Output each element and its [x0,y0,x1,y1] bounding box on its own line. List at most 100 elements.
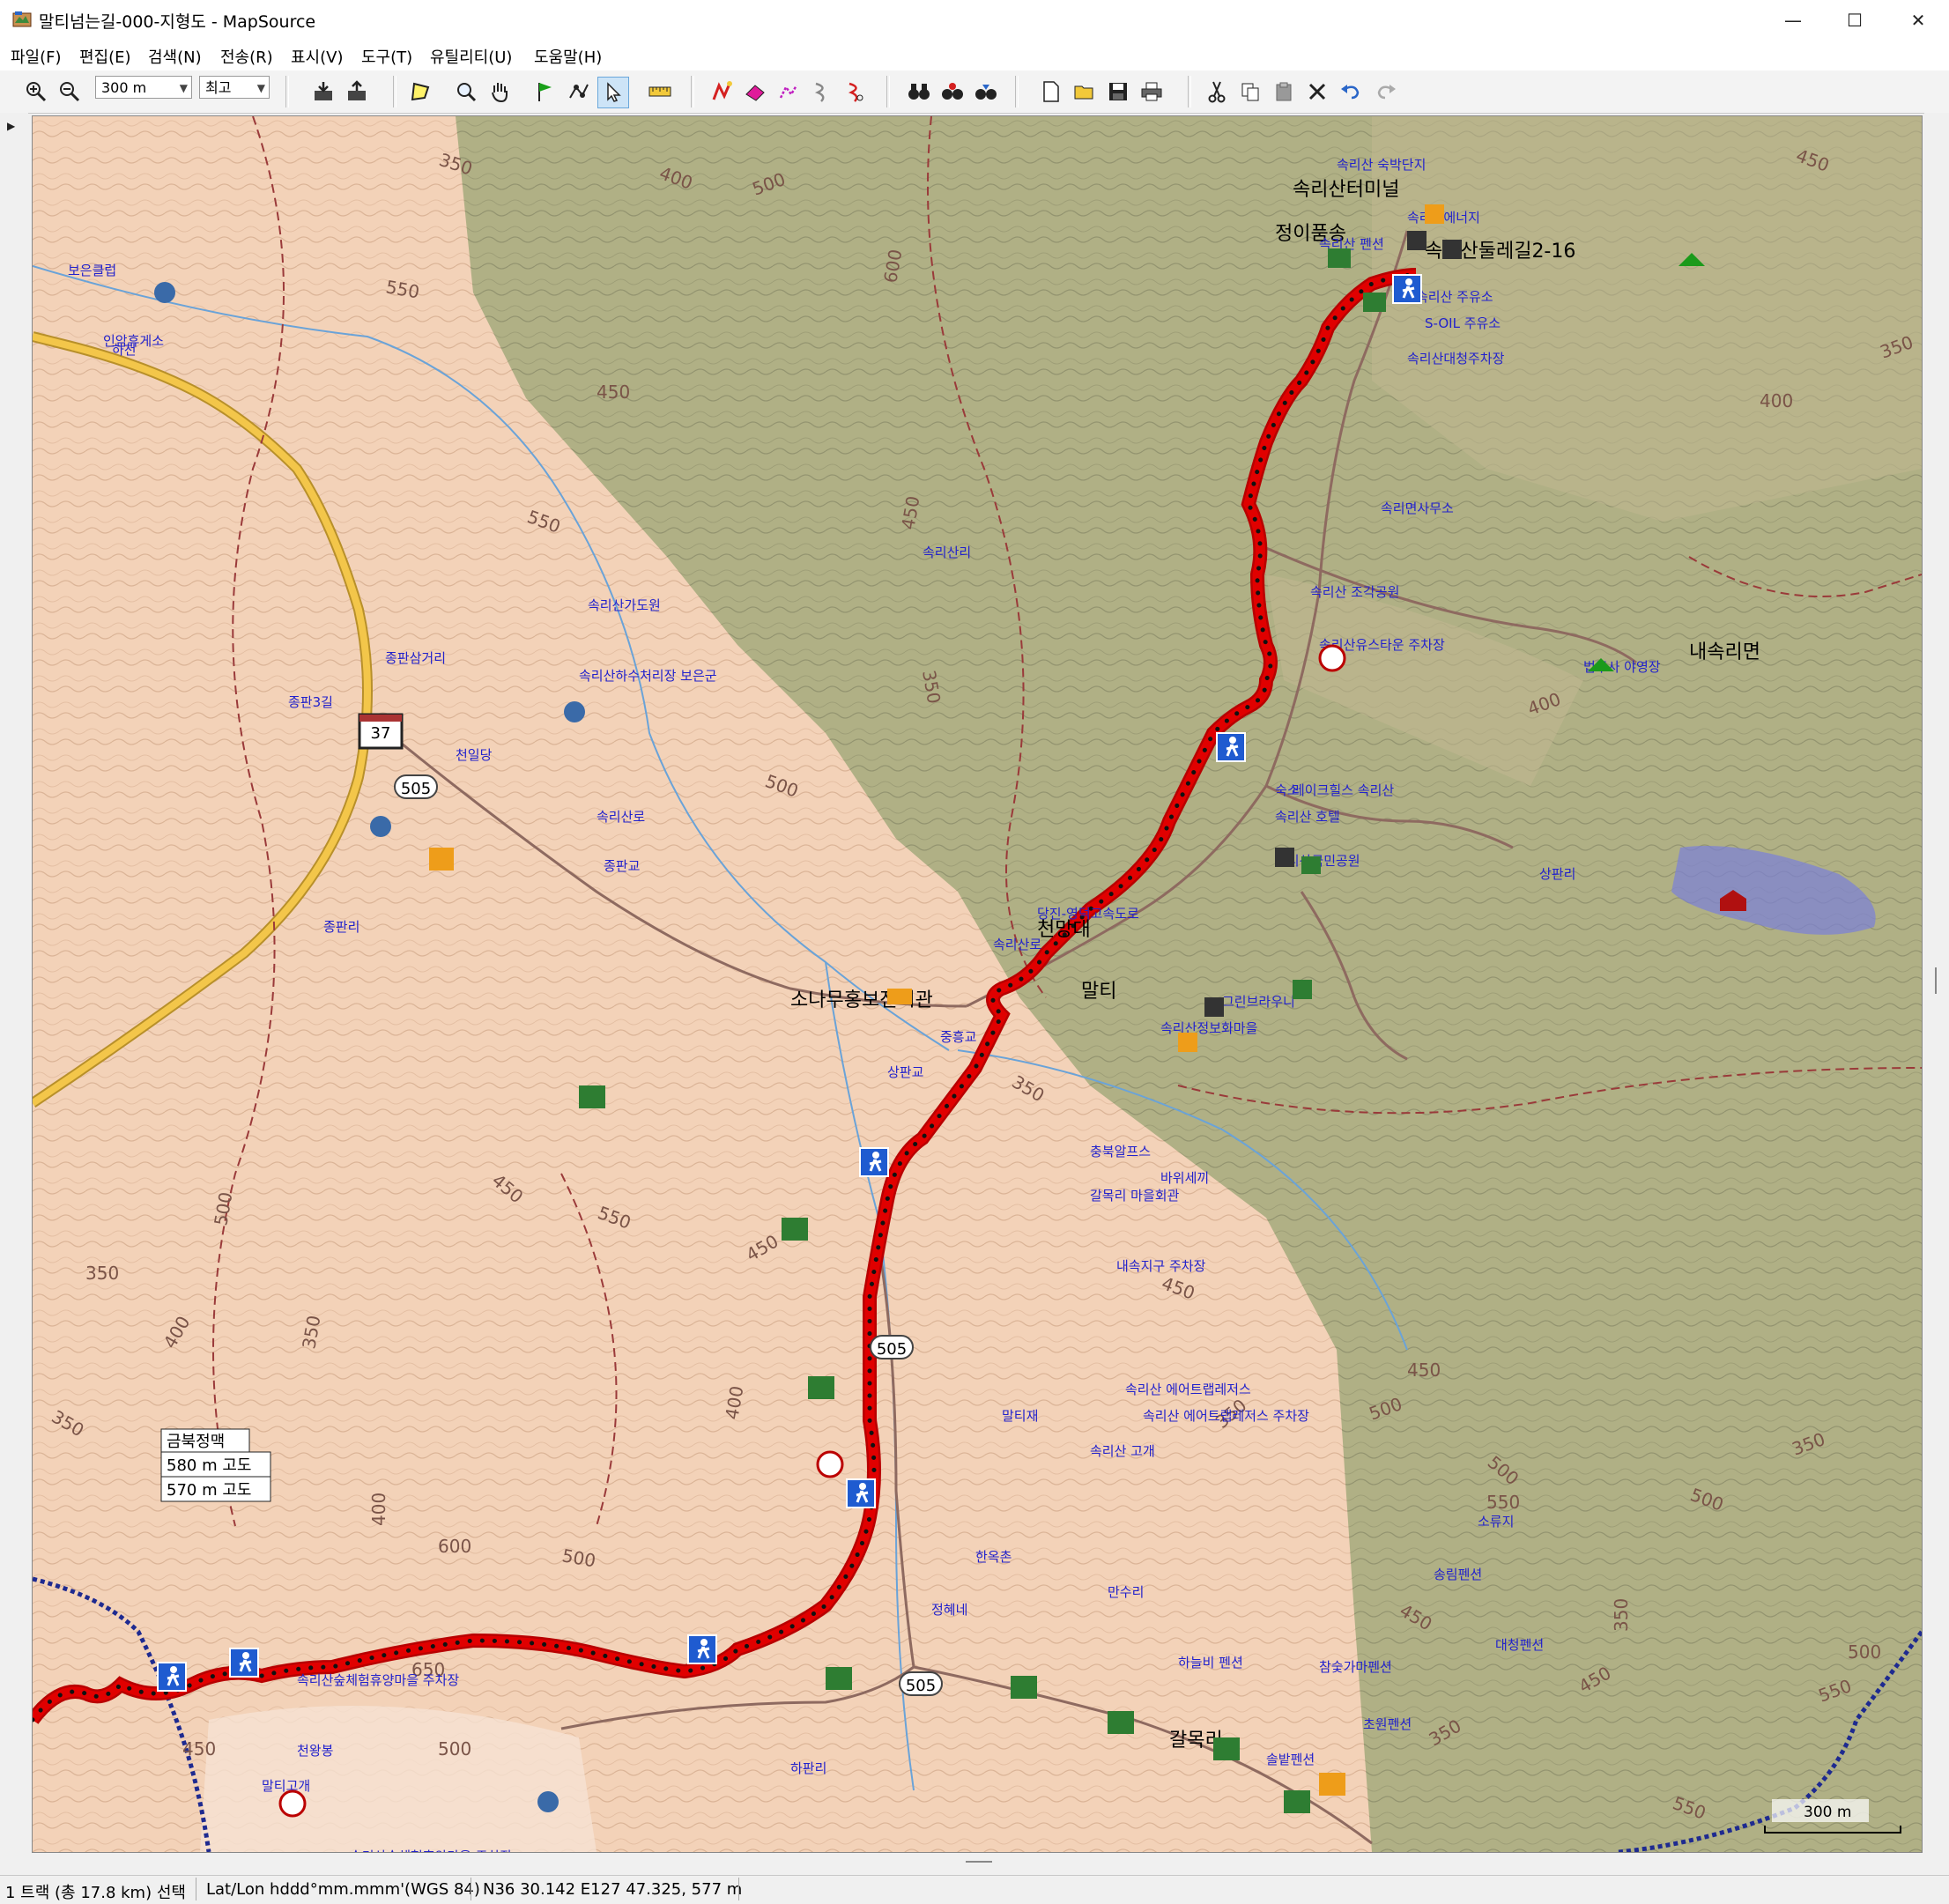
map-canvas[interactable]: 350 400 500550450600550 4503505004503504004… [33,116,1922,1852]
menu-file[interactable]: 파일(F) [11,45,62,68]
place-label: 속리산로 [993,937,1041,952]
route-shield: 505 [899,1671,943,1696]
panel-splitter-handle[interactable] [1935,967,1937,994]
undo-icon[interactable] [1336,77,1366,107]
place-label: 내속리면 [1689,641,1760,663]
zoom-level-value: 300 m [101,79,147,96]
detail-level-value: 최고 [205,79,232,96]
place-label: 상판리 [1539,866,1575,882]
menu-find[interactable]: 검색(N) [148,45,202,68]
parking-icon [816,1450,844,1478]
measure-distance-icon[interactable] [645,77,675,107]
place-label: 만수리 [1108,1584,1144,1600]
find-binoculars-icon[interactable] [904,77,934,107]
paste-icon[interactable] [1269,77,1299,107]
receive-from-device-icon[interactable] [308,77,338,107]
place-label: 송림펜션 [1434,1567,1482,1582]
divide-track-icon[interactable] [774,77,804,107]
lodging-icon [782,1218,808,1241]
lodging-icon [1011,1676,1037,1699]
contour-label: 450 [1407,1359,1441,1381]
place-label: 하판리 [790,1760,826,1776]
place-label: 천일당 [456,747,493,763]
map-view[interactable]: 350 400 500 550 450 600 550 450 350 500 450 350 400 4… [32,115,1923,1853]
place-label: 그린브라우니 [1222,994,1295,1010]
zoom-in-icon[interactable] [21,77,51,107]
open-folder-icon[interactable] [1070,77,1100,107]
place-label: 속리산로 [597,809,645,825]
contour-label: 450 [182,1738,216,1760]
copy-icon[interactable] [1235,77,1265,107]
status-position: N36 30.142 E127 47.325, 577 m [483,1880,743,1899]
zoom-tool-icon[interactable] [451,77,481,107]
zoom-level-dropdown[interactable]: 300 m ▼ [95,76,192,99]
menu-help[interactable]: 도움말(H) [534,45,602,68]
place-label: 속리산 조각공원 [1310,584,1399,600]
menu-utilities[interactable]: 유틸리티(U) [430,45,512,68]
waypoint-marker[interactable] [1216,732,1246,762]
waypoint-marker[interactable] [859,1147,889,1177]
place-label: 속리산 숙박단지 [1337,157,1426,173]
left-panel-strip: ▶ [0,113,28,1866]
school-icon [887,989,912,1004]
waypoint-marker[interactable] [687,1634,717,1664]
print-icon[interactable] [1137,77,1167,107]
place-label: 속리산 에어트랩레저스 주차장 [1143,1408,1309,1424]
select-map-icon[interactable] [405,77,435,107]
scale-label: 300 m [1804,1804,1851,1821]
menu-edit[interactable]: 편집(E) [79,45,131,68]
waypoint-marker[interactable] [229,1648,259,1678]
toolbar-separator [1015,76,1019,107]
find-nearest-icon[interactable] [971,77,1001,107]
bottom-splitter-handle[interactable] [966,1861,992,1863]
send-to-device-icon[interactable] [342,77,372,107]
toolbar-separator [393,76,396,107]
new-file-icon[interactable] [1036,77,1066,107]
contour-label: 500 [1848,1641,1881,1663]
selection-pointer-icon[interactable] [597,77,629,108]
expand-panel-arrow-icon[interactable]: ▶ [7,120,15,132]
detail-level-dropdown[interactable]: 최고 ▼ [199,76,270,99]
contour-label: 350 [1611,1598,1632,1632]
zoom-out-icon[interactable] [55,77,85,107]
redo-icon[interactable] [1371,77,1401,107]
menu-transfer[interactable]: 전송(R) [220,45,273,68]
track-draw-icon[interactable] [707,77,737,107]
toolbar-separator [285,76,289,107]
waypoint-flag-icon[interactable] [530,77,560,107]
contour-label: 350 [85,1263,119,1284]
delete-x-icon[interactable] [1302,77,1332,107]
place-label: 속리산하수처리장 보은군 [579,668,717,684]
place-label: 당진-영덕고속도로 [1037,906,1139,922]
menu-view[interactable]: 표시(V) [291,45,343,68]
place-label: 속리산숲체험휴양마을 주차장 [350,1848,512,1852]
place-label: 바위세끼 [1160,1170,1209,1186]
eraser-icon[interactable] [740,77,770,107]
join-track-icon[interactable] [807,77,837,107]
place-label: 종판삼거리 [385,650,446,666]
hand-pan-icon[interactable] [485,77,515,107]
tooltip-elev2: 570 m 고도 [167,1481,251,1500]
waypoint-marker[interactable] [846,1478,876,1508]
waypoint-marker[interactable] [1392,274,1422,304]
route-shield: 505 [870,1335,914,1359]
save-disk-icon[interactable] [1103,77,1133,107]
shop-icon [1319,1773,1345,1796]
minimize-button[interactable]: — [1762,0,1824,41]
valley-patch [200,1706,597,1852]
find-places-icon[interactable] [937,77,967,107]
scissor-track-icon[interactable] [841,77,871,107]
camera-icon [564,701,585,722]
maximize-button[interactable]: ☐ [1824,0,1886,41]
cut-scissors-icon[interactable] [1202,77,1232,107]
route-tool-icon[interactable] [564,77,594,107]
close-button[interactable]: ✕ [1887,0,1949,41]
place-label: 속리산터미널 [1293,179,1399,201]
place-label: 레이크힐스 속리산 [1293,782,1394,798]
waypoint-marker[interactable] [157,1662,187,1692]
place-label: 중흥교 [940,1029,976,1045]
place-label: 천망대 [1037,919,1091,941]
chevron-down-icon: ▼ [256,82,265,94]
contour-label: 400 [368,1493,389,1526]
menu-tools[interactable]: 도구(T) [361,45,412,68]
